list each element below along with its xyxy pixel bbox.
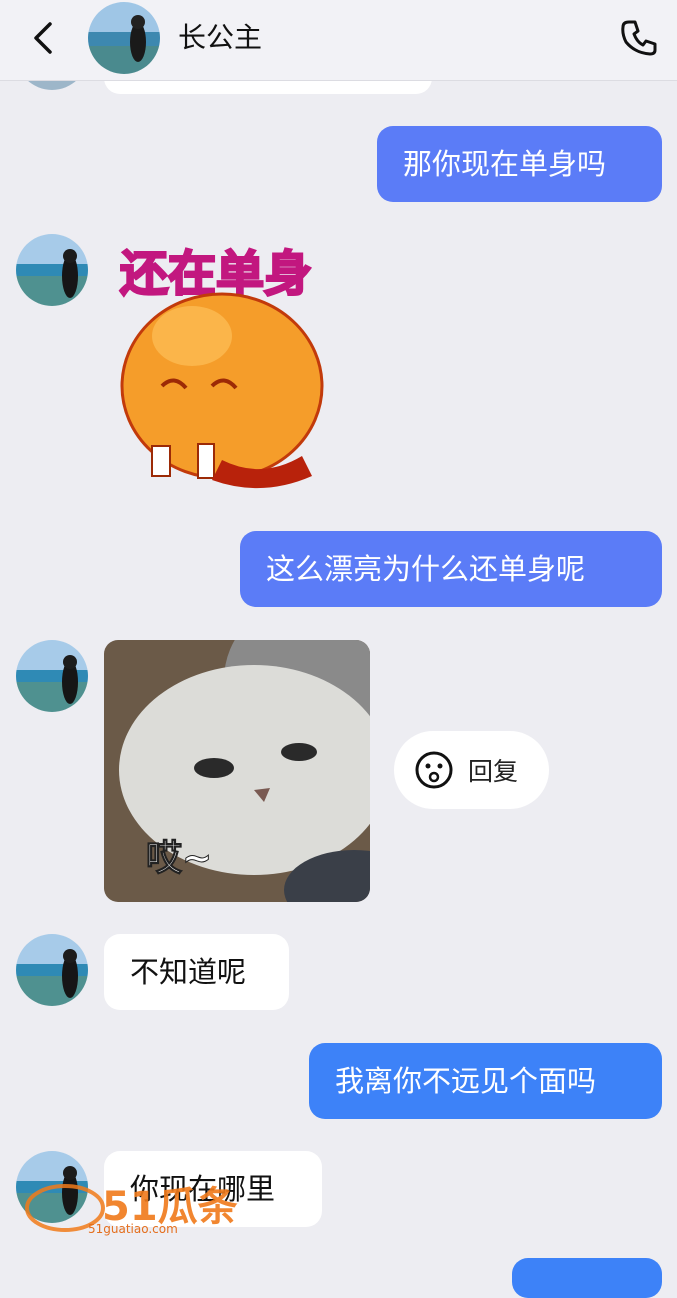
watermark-url: 51guatiao.com	[88, 1222, 178, 1236]
sticker-image[interactable]: 还在单身	[112, 236, 362, 496]
message-incoming[interactable]: 不知道呢	[104, 934, 289, 1010]
message-text: 这么漂亮为什么还单身呢	[266, 552, 586, 586]
chevron-left-icon	[34, 22, 52, 54]
contact-name: 长公主	[178, 21, 263, 54]
avatar[interactable]	[16, 234, 88, 306]
back-button[interactable]	[22, 18, 62, 58]
message-text: 我离你不远见个面吗	[335, 1064, 597, 1098]
message-outgoing-partial	[512, 1258, 662, 1298]
avatar[interactable]	[16, 934, 88, 1006]
cat-sticker-image[interactable]: 哎~	[104, 640, 370, 902]
smiley-icon	[415, 751, 453, 789]
reply-button[interactable]: 回复	[394, 731, 549, 809]
contact-avatar[interactable]	[88, 2, 160, 74]
message-outgoing[interactable]: 这么漂亮为什么还单身呢	[240, 531, 662, 607]
avatar[interactable]	[16, 640, 88, 712]
phone-icon	[621, 20, 657, 56]
message-text: 不知道呢	[130, 955, 247, 989]
call-button[interactable]	[615, 14, 663, 62]
chat-header: 长公主	[0, 0, 677, 81]
sticker-caption: 哎~	[146, 838, 212, 879]
message-outgoing[interactable]: 那你现在单身吗	[377, 126, 662, 202]
message-outgoing[interactable]: 我离你不远见个面吗	[309, 1043, 662, 1119]
message-text: 那你现在单身吗	[403, 147, 607, 181]
reply-label: 回复	[468, 757, 519, 786]
